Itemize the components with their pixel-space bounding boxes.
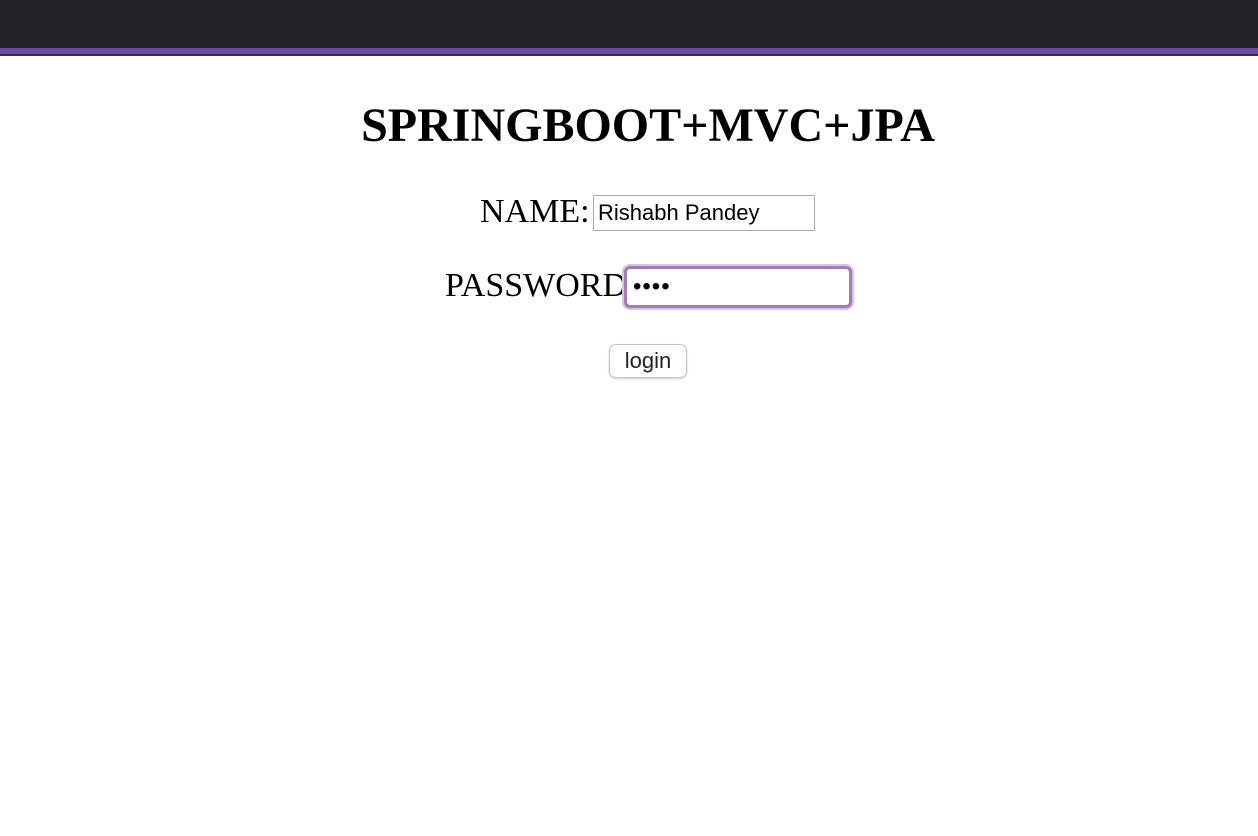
page-title: SPRINGBOOT+MVC+JPA: [361, 99, 935, 152]
name-label: NAME:: [480, 193, 590, 230]
top-bar: [0, 0, 1258, 48]
name-input[interactable]: [593, 195, 815, 231]
login-button[interactable]: login: [609, 344, 687, 378]
password-label: PASSWORD:: [445, 267, 637, 304]
top-bar-accent-line: [0, 48, 1258, 56]
password-input[interactable]: [624, 266, 852, 308]
